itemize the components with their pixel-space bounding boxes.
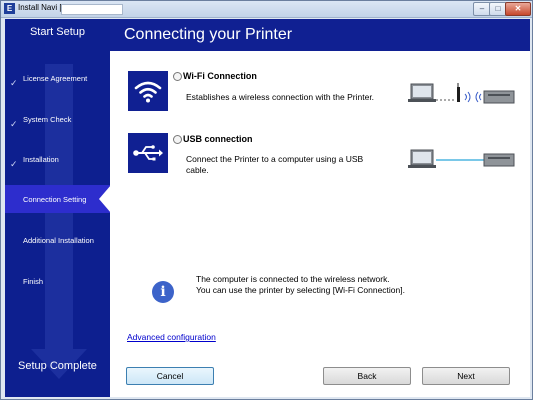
step-label: Installation — [23, 155, 59, 164]
usb-connection-diagram — [408, 149, 515, 168]
page-header: Connecting your Printer — [110, 19, 530, 51]
check-icon: ✓ — [10, 119, 18, 129]
step-finish: Finish — [5, 267, 110, 295]
step-installation: ✓ Installation — [5, 145, 110, 173]
usb-connection-description-line2: cable. — [186, 165, 209, 175]
advanced-configuration-link[interactable]: Advanced configuration — [127, 332, 216, 342]
back-button[interactable]: Back — [323, 367, 411, 385]
step-label: System Check — [23, 115, 72, 124]
close-button[interactable]: ✕ — [505, 2, 531, 16]
start-setup-label: Start Setup — [29, 26, 86, 38]
check-icon: ✓ — [10, 159, 18, 169]
wifi-connection-title[interactable]: Wi-Fi Connection — [183, 71, 257, 81]
setup-complete-label: Setup Complete — [18, 360, 97, 372]
wifi-connection-diagram — [408, 83, 515, 104]
next-button[interactable]: Next — [422, 367, 510, 385]
wifi-icon — [128, 71, 168, 111]
info-message-line2: You can use the printer by selecting [Wi… — [196, 285, 405, 295]
installer-window: E Install Navi [ – □ ✕ Start Setup ✓ Lic… — [0, 0, 533, 400]
app-icon: E — [4, 3, 15, 14]
usb-connection-description-line1: Connect the Printer to a computer using … — [186, 154, 364, 164]
window-title-field — [61, 4, 123, 15]
step-label: Additional Installation — [23, 236, 94, 245]
check-icon: ✓ — [10, 78, 18, 88]
info-icon: i — [152, 281, 174, 303]
usb-connection-title[interactable]: USB connection — [183, 134, 253, 144]
step-additional-installation: Additional Installation — [5, 226, 110, 254]
info-message-line1: The computer is connected to the wireles… — [196, 274, 390, 284]
wifi-connection-description: Establishes a wireless connection with t… — [186, 92, 375, 102]
step-label: Finish — [23, 277, 44, 286]
step-system-check: ✓ System Check — [5, 105, 110, 133]
wifi-connection-radio[interactable] — [173, 72, 182, 81]
page-title: Connecting your Printer — [124, 26, 293, 43]
step-label: Connection Setting — [23, 195, 87, 204]
title-bar: E Install Navi [ – □ ✕ — [1, 1, 532, 18]
step-license-agreement: ✓ License Agreement — [5, 64, 110, 92]
step-label: License Agreement — [23, 74, 88, 83]
cancel-button[interactable]: Cancel — [126, 367, 214, 385]
usb-connection-radio[interactable] — [173, 135, 182, 144]
main-content: Wi-Fi Connection Establishes a wireless … — [110, 51, 530, 397]
step-connection-setting: Connection Setting — [5, 185, 111, 213]
usb-icon — [128, 133, 168, 173]
window-title: Install Navi [ — [18, 3, 62, 12]
setup-steps-sidebar: Start Setup ✓ License Agreement ✓ System… — [5, 19, 111, 397]
